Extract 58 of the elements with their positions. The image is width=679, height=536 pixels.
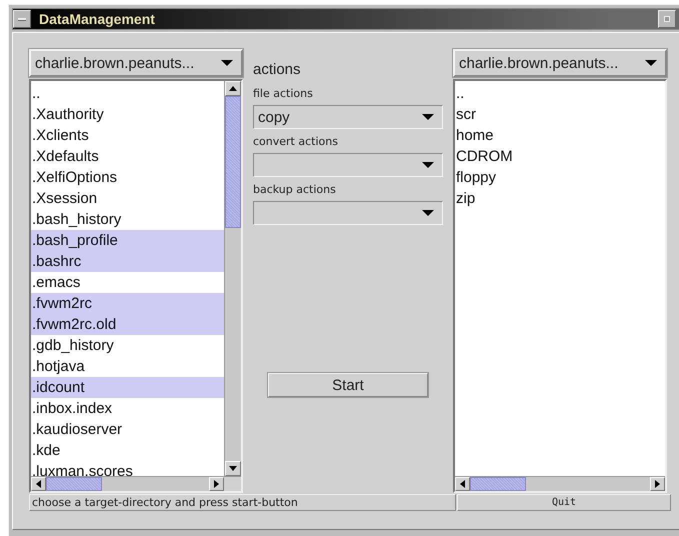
field-label: convert actions xyxy=(253,135,339,148)
list-item[interactable]: .Xdefaults xyxy=(31,146,224,167)
scroll-left-button[interactable] xyxy=(31,477,46,491)
section-heading: actions xyxy=(253,61,302,80)
dropdown-arrow-icon xyxy=(422,162,434,168)
list-item[interactable]: .inbox.index xyxy=(31,398,224,419)
dropdown-arrow-icon xyxy=(221,60,233,66)
scroll-left-button[interactable] xyxy=(455,477,470,491)
list-item[interactable]: .Xclients xyxy=(31,125,224,146)
list-item[interactable]: .fvwm2rc xyxy=(31,293,224,314)
list-item[interactable]: .luxman.scores xyxy=(31,461,224,476)
status-bar: choose a target-directory and press start-button xyxy=(29,494,456,511)
dropdown-arrow-icon xyxy=(645,60,657,66)
dropdown-arrow-icon xyxy=(422,114,434,120)
list-item[interactable]: .hotjava xyxy=(31,356,224,377)
scroll-thumb[interactable] xyxy=(46,477,102,491)
list-item[interactable]: scr xyxy=(455,104,665,125)
list-item[interactable]: .bash_profile xyxy=(31,230,224,251)
scrollbar-corner xyxy=(224,477,241,491)
minimize-button[interactable] xyxy=(658,10,676,28)
list-item[interactable]: floppy xyxy=(455,167,665,188)
list-item[interactable]: zip xyxy=(455,188,665,209)
list-item[interactable]: .Xauthority xyxy=(31,104,224,125)
list-item[interactable]: .gdb_history xyxy=(31,335,224,356)
list-item[interactable]: .. xyxy=(31,83,224,104)
list-item[interactable]: .fvwm2rc.old xyxy=(31,314,224,335)
dropdown[interactable]: charlie.brown.peanuts... xyxy=(29,49,243,77)
horizontal-scrollbar[interactable] xyxy=(455,477,665,491)
scroll-right-button[interactable] xyxy=(650,477,665,491)
list-item[interactable]: home xyxy=(455,125,665,146)
scroll-thumb[interactable] xyxy=(225,96,241,228)
window-title: DataManagement xyxy=(38,11,156,27)
list-item[interactable]: .bashrc xyxy=(31,251,224,272)
list-item[interactable]: .emacs xyxy=(31,272,224,293)
field-label: file actions xyxy=(253,87,314,100)
list-item[interactable]: .. xyxy=(455,83,665,104)
list-item[interactable]: .bash_history xyxy=(31,209,224,230)
list-item[interactable]: .Xsession xyxy=(31,188,224,209)
dropdown[interactable] xyxy=(253,153,443,177)
dropdown-arrow-icon xyxy=(422,210,434,216)
window-menu-button[interactable] xyxy=(13,10,31,28)
dropdown[interactable]: copy xyxy=(253,105,443,129)
dropdown[interactable] xyxy=(253,201,443,225)
list-item[interactable]: .kaudioserver xyxy=(31,419,224,440)
field-label: backup actions xyxy=(253,183,337,196)
list-item[interactable]: .kde xyxy=(31,440,224,461)
list-item[interactable]: .idcount xyxy=(31,377,224,398)
dropdown[interactable]: charlie.brown.peanuts... xyxy=(453,49,667,77)
horizontal-scrollbar[interactable] xyxy=(31,477,224,491)
list-item[interactable]: CDROM xyxy=(455,146,665,167)
list-item[interactable]: .XelfiOptions xyxy=(31,167,224,188)
scroll-down-button[interactable] xyxy=(225,461,241,476)
quit-button[interactable]: Quit xyxy=(457,494,671,511)
vertical-scrollbar[interactable] xyxy=(224,81,241,476)
scroll-right-button[interactable] xyxy=(209,477,224,491)
scroll-thumb[interactable] xyxy=(470,477,526,491)
start-button[interactable]: Start xyxy=(268,373,428,397)
scroll-up-button[interactable] xyxy=(225,81,241,96)
